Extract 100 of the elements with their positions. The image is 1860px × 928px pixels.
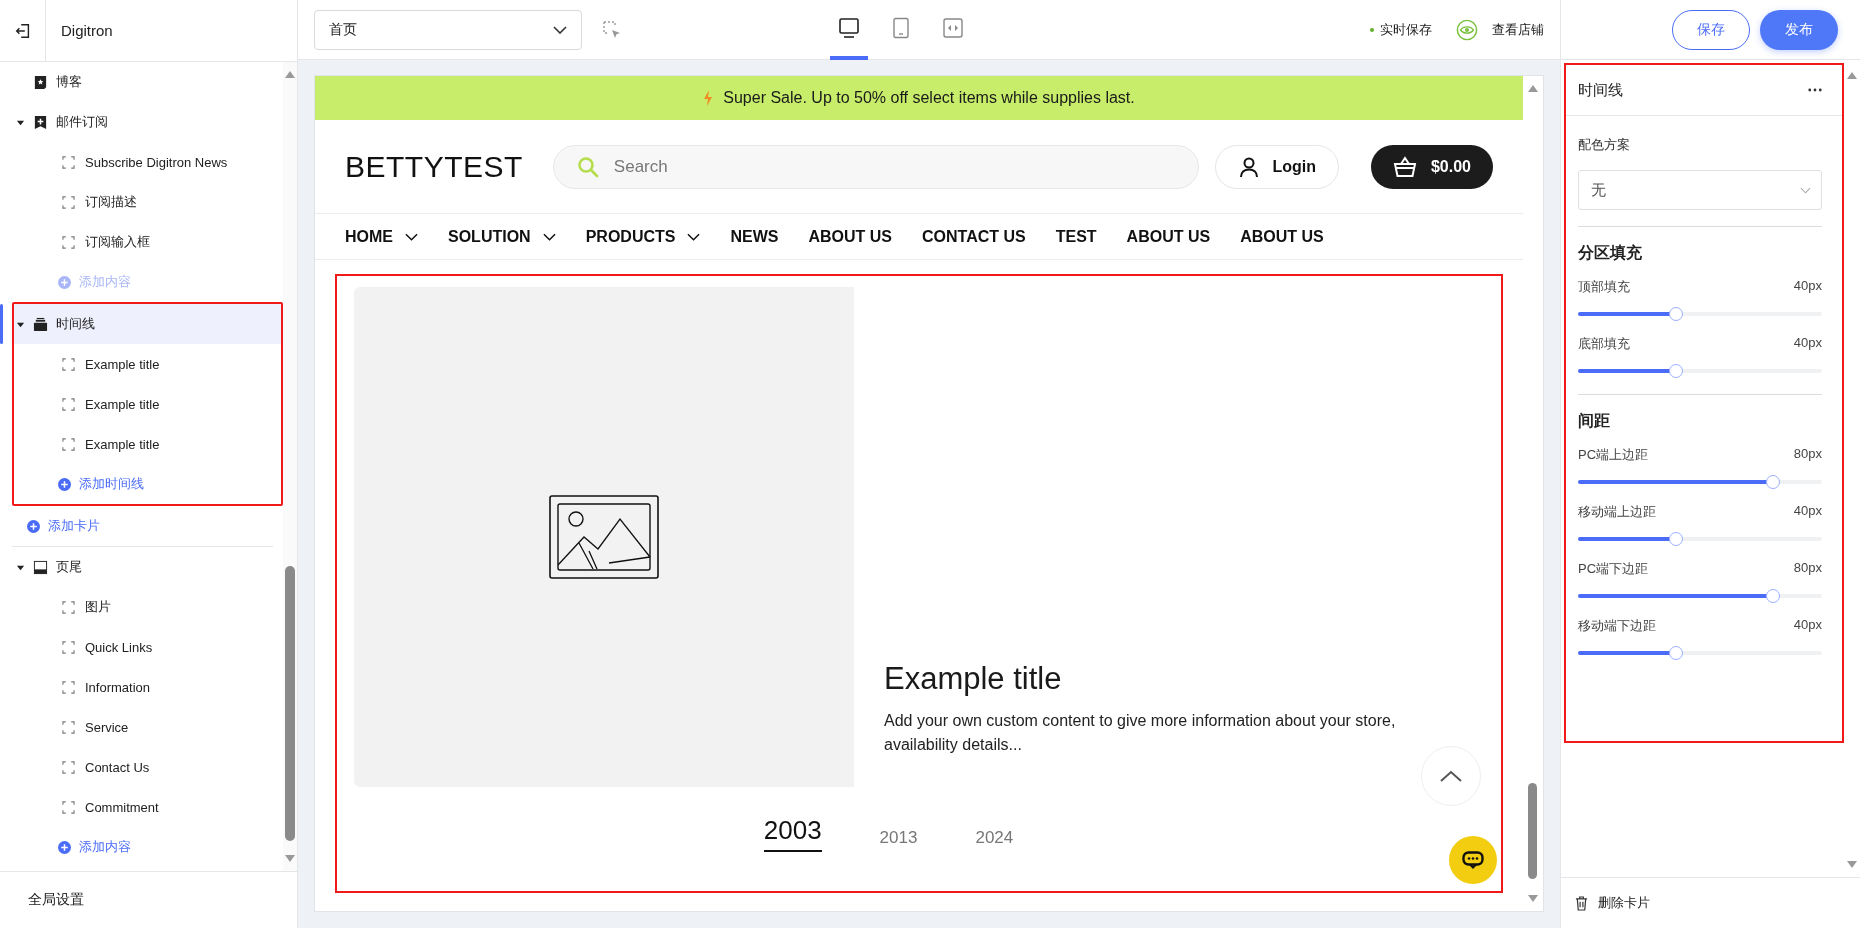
- tree-item[interactable]: Information: [12, 667, 283, 707]
- chevron-down-icon: [542, 232, 556, 241]
- nav-link[interactable]: ABOUT US: [1240, 227, 1324, 246]
- monitor-icon: [838, 17, 860, 39]
- block-icon: [62, 195, 75, 209]
- chevron-down-icon: [553, 25, 567, 34]
- panel-title: 时间线: [1578, 80, 1623, 100]
- chevron-down-icon: [405, 232, 418, 241]
- nav-link[interactable]: SOLUTION: [448, 227, 556, 246]
- search-icon: [576, 155, 599, 178]
- site-name: Digitron: [61, 22, 113, 39]
- field-label: 配色方案: [1578, 136, 1631, 154]
- select-tool-icon[interactable]: [602, 19, 622, 40]
- slider-label: PC端下边距: [1578, 560, 1649, 578]
- login-button[interactable]: Login: [1215, 144, 1339, 189]
- view-store-link[interactable]: 查看店铺: [1492, 20, 1544, 39]
- timeline-title: Example title: [884, 661, 1063, 697]
- nav-link[interactable]: TEST: [1055, 227, 1097, 246]
- nav-link[interactable]: ABOUT US: [808, 227, 892, 246]
- scrollbar-thumb[interactable]: [1528, 783, 1537, 879]
- nav-link[interactable]: NEWS: [730, 227, 779, 246]
- page-select[interactable]: 首页: [314, 9, 582, 50]
- block-icon: [62, 800, 75, 814]
- code-icon: [942, 17, 964, 39]
- tree-item[interactable]: Example title: [14, 344, 281, 384]
- nav-link[interactable]: CONTACT US: [922, 227, 1026, 246]
- slider[interactable]: [1578, 364, 1822, 378]
- tree-item[interactable]: 邮件订阅: [12, 102, 283, 142]
- chevron-down-icon: [687, 232, 701, 241]
- autosave-status: 实时保存: [1370, 20, 1432, 39]
- search-field[interactable]: Search: [552, 144, 1199, 189]
- scroll-up-icon[interactable]: [1528, 84, 1538, 92]
- tree-item[interactable]: 页尾: [12, 547, 283, 587]
- selection-indicator: [0, 304, 3, 344]
- plus-circle-icon: [58, 477, 71, 491]
- block-icon: [62, 155, 75, 169]
- add-content-link[interactable]: 添加内容: [12, 827, 283, 867]
- tree-item[interactable]: Quick Links: [12, 627, 283, 667]
- slider-value: 40px: [1793, 503, 1822, 520]
- save-button[interactable]: 保存: [1672, 9, 1750, 50]
- scrollbar-thumb[interactable]: [285, 565, 295, 842]
- slider[interactable]: [1578, 646, 1822, 660]
- image-icon: [549, 495, 659, 579]
- year-tab[interactable]: 2013: [879, 828, 918, 852]
- slider-label: 顶部填充: [1578, 278, 1630, 296]
- scroll-down-icon[interactable]: [1847, 861, 1857, 869]
- add-content-link[interactable]: 添加时间线: [14, 464, 281, 504]
- slider[interactable]: [1578, 532, 1822, 546]
- slider-label: PC端上边距: [1578, 446, 1649, 464]
- tree-item[interactable]: Commitment: [12, 787, 283, 827]
- tree-item[interactable]: Service: [12, 707, 283, 747]
- tree-item[interactable]: Example title: [14, 384, 281, 424]
- tree-item[interactable]: 博客: [12, 62, 283, 102]
- add-card-link[interactable]: 添加卡片: [12, 506, 283, 546]
- nav-link[interactable]: PRODUCTS: [585, 227, 701, 246]
- tree-item[interactable]: Example title: [14, 424, 281, 464]
- year-tab[interactable]: 2003: [763, 815, 822, 852]
- block-icon: [62, 720, 75, 734]
- stack-icon: [33, 316, 48, 332]
- color-scheme-select[interactable]: 无: [1578, 170, 1822, 210]
- slider-value: 40px: [1793, 278, 1822, 295]
- scroll-up-icon[interactable]: [285, 70, 295, 78]
- group-title: 间距: [1578, 411, 1611, 431]
- tablet-icon: [890, 17, 912, 39]
- plus-circle-icon: [58, 840, 71, 854]
- publish-button[interactable]: 发布: [1760, 9, 1838, 50]
- tree-item[interactable]: 图片: [12, 587, 283, 627]
- group-title: 分区填充: [1578, 243, 1643, 263]
- tree-item[interactable]: 订阅描述: [12, 182, 283, 222]
- exit-icon[interactable]: [13, 21, 32, 40]
- block-icon: [62, 357, 75, 371]
- bookmark-plus-icon: [33, 114, 48, 130]
- tree-item[interactable]: Contact Us: [12, 747, 283, 787]
- scroll-up-icon[interactable]: [1847, 71, 1857, 79]
- scroll-down-icon[interactable]: [1528, 895, 1538, 903]
- scrollbar[interactable]: [283, 62, 297, 871]
- block-icon: [62, 397, 75, 411]
- tree-item[interactable]: 订阅输入框: [12, 222, 283, 262]
- tree-item[interactable]: Subscribe Digitron News: [12, 142, 283, 182]
- year-tab[interactable]: 2024: [975, 828, 1014, 852]
- slider-value: 80px: [1793, 560, 1822, 577]
- delete-card-button[interactable]: 删除卡片: [1575, 894, 1650, 912]
- global-settings-link[interactable]: 全局设置: [28, 891, 84, 909]
- tree-item[interactable]: 时间线: [14, 304, 281, 344]
- cart-button[interactable]: $0.00: [1370, 144, 1493, 189]
- nav-link[interactable]: ABOUT US: [1126, 227, 1211, 246]
- slider[interactable]: [1578, 475, 1822, 489]
- more-icon[interactable]: [1808, 88, 1822, 92]
- store-logo[interactable]: BETTYTEST: [345, 149, 523, 184]
- basket-icon: [1392, 155, 1417, 178]
- plus-circle-icon: [27, 519, 40, 533]
- lightning-icon: [703, 90, 714, 106]
- slider[interactable]: [1578, 307, 1822, 321]
- nav-link[interactable]: HOME: [345, 227, 418, 246]
- timeline-section[interactable]: Example title Add your own custom content to give more information about your store, availability details... 2003 2013 2024: [335, 274, 1503, 893]
- eye-icon[interactable]: [1456, 18, 1478, 41]
- slider[interactable]: [1578, 589, 1822, 603]
- chat-button[interactable]: [1449, 836, 1497, 884]
- footer-icon: [33, 559, 48, 575]
- scroll-down-icon[interactable]: [285, 855, 295, 863]
